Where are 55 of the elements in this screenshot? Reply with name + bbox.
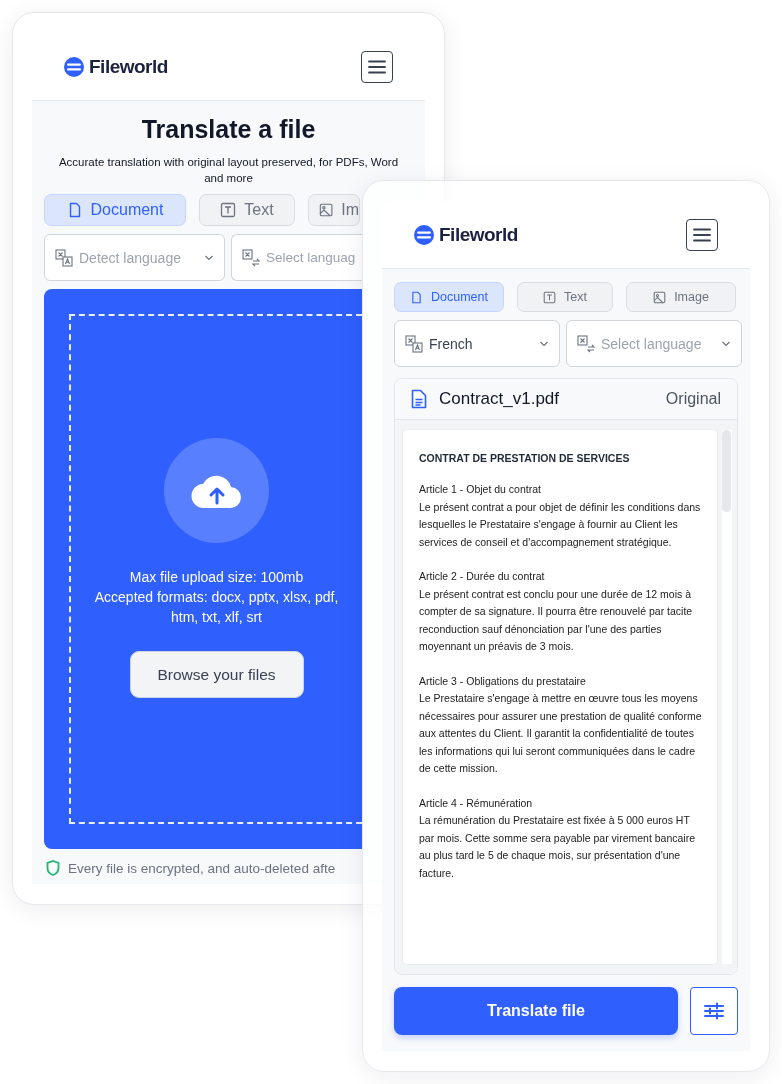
chevron-down-icon bbox=[204, 254, 214, 261]
scrollbar-thumb[interactable] bbox=[722, 430, 731, 512]
image-icon bbox=[319, 202, 334, 218]
translate-icon bbox=[55, 248, 73, 267]
file-name: Contract_v1.pdf bbox=[439, 389, 560, 409]
text-icon bbox=[543, 290, 557, 304]
brand-name: Fileworld bbox=[439, 223, 518, 246]
article-text: Le présent contrat a pour objet de définir les conditions dans lesquelles le Prestataire s'engage à fournir au Client les services de conseil et d'accompagnement stratégique. bbox=[419, 499, 702, 550]
translate-icon bbox=[405, 334, 423, 353]
text-icon bbox=[220, 202, 237, 218]
article-heading: Article 4 - Rémunération bbox=[419, 795, 534, 811]
upload-info: Accepted formats: docx, pptx, xlsx, pdf, bbox=[94, 588, 339, 607]
logo-icon bbox=[414, 224, 434, 245]
menu-icon bbox=[368, 59, 386, 74]
mode-tab[interactable]: Im bbox=[308, 194, 360, 226]
article-text: Le Prestataire s'engage à mettre en œuvre tous les moyens nécessaires pour assurer une prestation de qualité conforme aux attentes du Client. Il garantit la confidentialité de toutes les informations qui lui seront communiquées dans le cadre de cette mission. bbox=[419, 691, 703, 776]
file-icon bbox=[411, 389, 427, 409]
mode-tab[interactable]: Text bbox=[517, 282, 613, 312]
mode-tab[interactable]: Document bbox=[394, 282, 504, 312]
mode-tab[interactable]: Text bbox=[199, 194, 295, 226]
article-heading: Article 2 - Durée du contrat bbox=[419, 569, 546, 584]
menu-button[interactable] bbox=[686, 218, 718, 251]
mode-tab[interactable]: Image bbox=[626, 282, 736, 312]
document-icon bbox=[410, 290, 423, 304]
translate-icon bbox=[242, 248, 260, 267]
browse-button[interactable]: Browse your files bbox=[129, 651, 304, 698]
translate-button[interactable]: Translate file bbox=[394, 987, 678, 1035]
upload-info: Max file upload size: 100mb bbox=[129, 568, 304, 587]
translate-icon bbox=[577, 334, 595, 353]
brand-name: Fileworld bbox=[89, 55, 168, 78]
document-title: CONTRAT DE PRESTATION DE SERVICES bbox=[419, 452, 631, 464]
chevron-down-icon bbox=[721, 340, 731, 347]
mode-tab[interactable]: Document bbox=[44, 194, 186, 226]
upload-dropzone[interactable]: Max file upload size: 100mb Accepted formats: docx, pptx, xlsx, pdf, htm, txt, xlf, srt Browse your files bbox=[44, 289, 362, 849]
page-subtitle: Accurate translation with original layout preserved, for PDFs, Word and more bbox=[57, 155, 400, 186]
version-label: Original bbox=[665, 390, 721, 408]
sliders-icon bbox=[704, 1002, 724, 1020]
security-note: Every file is encrypted, and auto-deleted afte bbox=[68, 860, 336, 876]
article-text: Le présent contrat est conclu pour une durée de 12 mois à compter de sa signature. Il pourra être renouvelé par tacite reconduction sauf dénonciation par l'une des parties moyennant un préavis de 3 mois. bbox=[419, 586, 694, 654]
article-text: La rémunération du Prestataire est fixée à 5 000 euros HT par mois. Cette somme sera payable par virement bancaire au plus tard le 5 de chaque mois, sur présentation d'une facture. bbox=[419, 813, 697, 881]
menu-icon bbox=[693, 227, 711, 242]
image-icon bbox=[653, 290, 667, 304]
language-select[interactable]: Select languag bbox=[231, 234, 362, 281]
upload-info: htm, txt, xlf, srt bbox=[171, 608, 262, 627]
chevron-down-icon bbox=[539, 340, 549, 347]
language-select[interactable]: Detect language bbox=[44, 234, 225, 281]
settings-button[interactable] bbox=[690, 987, 738, 1035]
language-select[interactable]: Select language bbox=[566, 320, 742, 367]
page-title: Translate a file bbox=[140, 115, 317, 144]
menu-button[interactable] bbox=[361, 50, 393, 83]
logo-icon bbox=[64, 56, 84, 77]
shield-icon bbox=[46, 860, 60, 876]
language-select[interactable]: French bbox=[394, 320, 560, 367]
article-heading: Article 3 - Obligations du prestataire bbox=[419, 673, 587, 689]
article-heading: Article 1 - Objet du contrat bbox=[419, 482, 542, 497]
